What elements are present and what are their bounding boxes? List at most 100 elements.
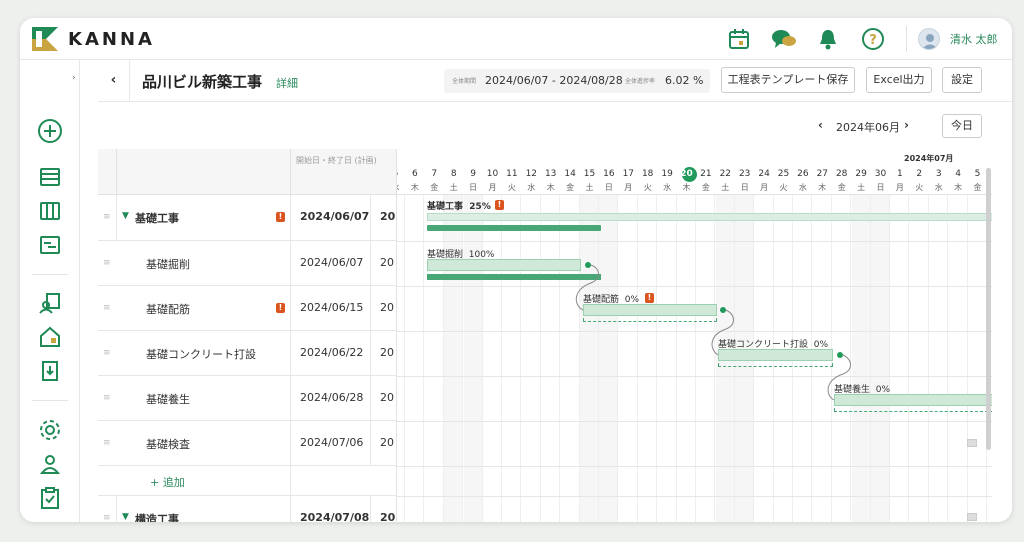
calendar-icon[interactable]	[727, 27, 751, 51]
weekday-label: 金	[701, 183, 710, 192]
task-end: 20	[380, 511, 396, 522]
day-number: 21	[700, 169, 712, 179]
task-name[interactable]: 基礎コンクリート打設	[146, 346, 256, 362]
drag-handle-icon[interactable]: ≡	[103, 303, 111, 313]
weekday-label: 日	[469, 183, 478, 192]
chat-icon[interactable]	[771, 27, 796, 51]
table-row[interactable]: ≡ 基礎配筋 ! 2024/06/15 20	[98, 286, 396, 331]
weekday-label: 月	[488, 183, 497, 192]
day-number: 22	[719, 169, 732, 179]
task-start: 2024/07/08	[300, 511, 370, 522]
warning-icon: !	[276, 212, 285, 222]
day-number: 27	[816, 169, 829, 179]
save-template-button[interactable]: 工程表テンプレート保存	[721, 67, 855, 93]
weekday-label: 金	[566, 183, 575, 192]
drag-handle-icon[interactable]: ≡	[103, 258, 111, 268]
task-name[interactable]: 基礎掘削	[146, 256, 190, 272]
prev-month-icon[interactable]: ‹	[818, 118, 823, 132]
list-icon[interactable]	[37, 164, 63, 190]
day-number: 19	[661, 169, 673, 179]
user-icon[interactable]	[37, 451, 63, 477]
task-name[interactable]: 基礎工事	[135, 210, 179, 226]
task-name[interactable]: 構造工事	[135, 511, 179, 522]
day-number: 29	[855, 169, 867, 179]
task-name[interactable]: 基礎養生	[146, 391, 190, 407]
next-month-icon[interactable]: ›	[904, 118, 909, 132]
drag-handle-icon[interactable]: ≡	[103, 438, 111, 448]
vertical-scrollbar[interactable]	[986, 168, 991, 450]
bell-icon[interactable]	[816, 27, 840, 51]
drag-handle-icon[interactable]: ≡	[103, 212, 111, 222]
user-name[interactable]: 清水 太郎	[950, 31, 998, 47]
gantt-icon[interactable]	[37, 232, 63, 258]
day-number: 1	[897, 169, 903, 179]
weekday-label: 水	[798, 183, 807, 192]
bar-stub[interactable]	[967, 513, 977, 521]
add-circle-icon[interactable]	[37, 118, 63, 144]
back-button[interactable]: ‹	[98, 60, 130, 102]
table-row[interactable]: ≡ 基礎養生 2024/06/28 20	[98, 376, 396, 421]
day-number: 11	[506, 169, 518, 179]
board-icon[interactable]	[37, 198, 63, 224]
page-title: 品川ビル新築工事	[142, 73, 263, 91]
day-number: 5	[974, 169, 981, 179]
house-icon[interactable]	[37, 324, 63, 350]
table-row[interactable]: ≡ ▼ 基礎工事 ! 2024/06/07 20	[98, 195, 396, 241]
add-task-link[interactable]: + 追加	[150, 474, 185, 490]
day-number: 15	[583, 169, 596, 179]
task-name[interactable]: 基礎配筋	[146, 301, 190, 317]
logo[interactable]: KANNA	[32, 27, 155, 51]
project-summary: 全体期間 2024/06/07 - 2024/08/28 全体進捗率 6.02 …	[444, 69, 710, 93]
table-header: 開始日・終了日 (計画)	[98, 149, 396, 195]
weekday-label: 木	[410, 183, 419, 192]
bar-stub[interactable]	[967, 439, 977, 447]
day-number: 8	[450, 169, 457, 179]
table-row[interactable]: ≡ 基礎掘削 2024/06/07 20	[98, 241, 396, 286]
task-end: 20	[380, 256, 394, 269]
task-end: 20	[380, 436, 394, 449]
gear-icon[interactable]	[37, 417, 63, 443]
day-number: 18	[641, 169, 654, 179]
day-number: 9	[470, 169, 476, 179]
weekday-label: 木	[682, 183, 691, 192]
day-number: 30	[874, 169, 887, 179]
download-doc-icon[interactable]	[37, 358, 63, 384]
drag-handle-icon[interactable]: ≡	[103, 513, 111, 522]
range-value: 2024/06/07 - 2024/08/28	[485, 74, 623, 87]
collapse-icon[interactable]: ▼	[122, 211, 129, 221]
day-number: 24	[758, 169, 770, 179]
weekday-label: 日	[604, 183, 613, 192]
table-row[interactable]: ≡ 基礎検査 2024/07/06 20	[98, 421, 396, 466]
customer-icon[interactable]	[37, 290, 63, 316]
task-name[interactable]: 基礎検査	[146, 436, 190, 452]
sidebar: ›	[20, 60, 80, 522]
day-number: 12	[525, 169, 538, 179]
task-start: 2024/06/22	[300, 346, 364, 359]
excel-export-button[interactable]: Excel出力	[866, 67, 932, 93]
help-icon[interactable]: ?	[861, 27, 885, 51]
detail-link[interactable]: 詳細	[276, 75, 298, 91]
collapse-icon[interactable]: ▼	[122, 512, 129, 522]
drag-handle-icon[interactable]: ≡	[103, 393, 111, 403]
drag-handle-icon[interactable]: ≡	[103, 348, 111, 358]
weekday-label: 月	[895, 183, 904, 192]
weekday-label: 火	[779, 183, 788, 192]
warning-icon: !	[276, 303, 285, 313]
settings-button[interactable]: 設定	[942, 67, 982, 93]
task-start: 2024/07/06	[300, 436, 364, 449]
app-window: KANNA ? 清水 太郎 › ‹ 品川ビル新築工事 詳細 全体期間 2024/…	[20, 18, 1012, 522]
task-end: 20	[380, 391, 394, 404]
weekday-label: 日	[740, 183, 749, 192]
current-month: 2024年06月	[836, 121, 900, 134]
sidebar-expand-icon[interactable]: ›	[72, 73, 76, 83]
table-row[interactable]: ≡ 基礎コンクリート打設 2024/06/22 20	[98, 331, 396, 376]
weekday-label: 水	[663, 183, 672, 192]
weekday-label: 金	[430, 183, 439, 192]
avatar[interactable]	[918, 28, 940, 50]
today-button[interactable]: 今日	[942, 114, 982, 138]
clipboard-check-icon[interactable]	[37, 485, 63, 511]
day-number: 10	[486, 169, 499, 179]
weekday-label: 土	[721, 183, 730, 192]
task-end: 20	[380, 210, 396, 223]
table-row[interactable]: ≡ ▼ 構造工事 2024/07/08 20	[98, 496, 396, 522]
